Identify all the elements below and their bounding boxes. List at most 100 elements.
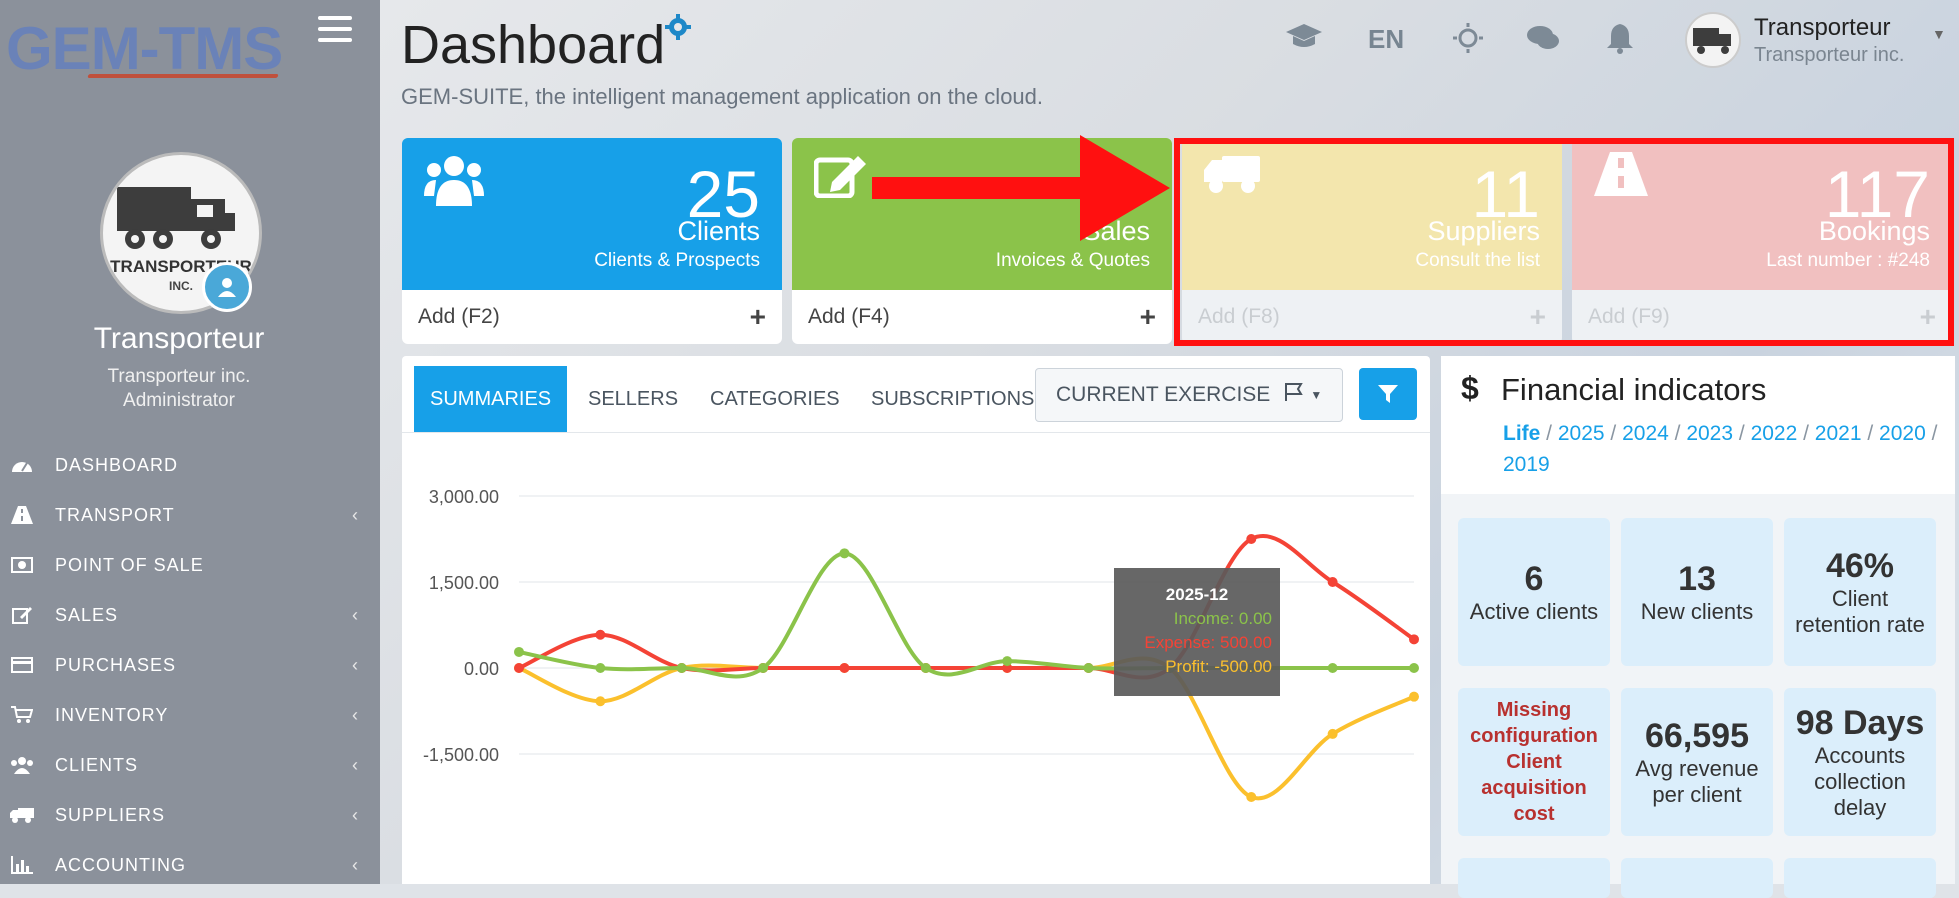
sidebar-item-sales[interactable]: SALES ‹	[0, 590, 380, 640]
dollar-icon: $	[1461, 370, 1479, 406]
chart-panel: SUMMARIES SELLERS CATEGORIES SUBSCRIPTIO…	[402, 356, 1430, 884]
bookings-card-body[interactable]: 117 Bookings Last number : #248	[1572, 138, 1952, 290]
add-sale-button[interactable]: Add (F4) +	[792, 290, 1172, 344]
tab-sellers[interactable]: SELLERS	[572, 366, 694, 432]
road-icon	[1594, 152, 1648, 201]
page-title: Dashboard	[401, 15, 666, 75]
year-filter: Life / 2025 / 2024 / 2023 / 2022 / 2021 …	[1503, 422, 1938, 476]
sidebar-item-inventory[interactable]: INVENTORY ‹	[0, 690, 380, 740]
suppliers-card-body[interactable]: 11 Suppliers Consult the list	[1182, 138, 1562, 290]
suppliers-subtitle: Consult the list	[1415, 250, 1540, 271]
kpi-tile-retention[interactable]: 46% Client retention rate	[1784, 518, 1936, 666]
kpi-value: 98 Days	[1795, 703, 1925, 742]
sidebar-item-purchases[interactable]: PURCHASES ‹	[0, 640, 380, 690]
kpi-tile-avg-revenue[interactable]: 66,595 Avg revenue per client	[1621, 688, 1773, 836]
chevron-left-icon: ‹	[352, 604, 359, 625]
add-supplier-button[interactable]: Add (F8) +	[1182, 290, 1562, 344]
data-point	[1246, 534, 1257, 544]
tab-categories[interactable]: CATEGORIES	[694, 366, 856, 432]
kpi-warning: Missing configuration Client acquisition…	[1470, 699, 1598, 825]
edit-icon	[10, 605, 34, 625]
header-user-name[interactable]: Transporteur	[1754, 14, 1891, 42]
users-icon	[424, 152, 484, 211]
add-booking-button[interactable]: Add (F9) +	[1572, 290, 1952, 344]
y-tick-label: 1,500.00	[429, 573, 499, 593]
kpi-label: New clients	[1640, 598, 1754, 624]
bookings-subtitle: Last number : #248	[1766, 250, 1930, 271]
sidebar-item-label: ACCOUNTING	[55, 854, 186, 875]
clients-card-body[interactable]: 25 Clients Clients & Prospects	[402, 138, 782, 290]
sidebar-item-label: SALES	[55, 604, 119, 625]
sidebar-item-dashboard[interactable]: DASHBOARD	[0, 440, 380, 490]
kpi-tile-partial	[1621, 858, 1773, 898]
exercise-label: CURRENT EXERCISE	[1056, 383, 1271, 406]
gear-icon[interactable]	[665, 14, 691, 45]
user-avatar[interactable]	[1685, 12, 1741, 68]
kpi-value: 46%	[1825, 546, 1895, 585]
tab-subscriptions[interactable]: SUBSCRIPTIONS	[855, 366, 1050, 432]
add-client-label: Add (F2)	[418, 305, 500, 328]
truck-icon	[10, 805, 34, 825]
add-client-button[interactable]: Add (F2) +	[402, 290, 782, 344]
clients-card[interactable]: 25 Clients Clients & Prospects Add (F2) …	[402, 138, 782, 344]
year-link[interactable]: 2023	[1686, 422, 1733, 445]
bell-icon[interactable]	[1606, 22, 1634, 59]
users-icon	[10, 755, 34, 775]
sidebar-item-accounting[interactable]: ACCOUNTING ‹	[0, 840, 380, 890]
sidebar-item-point-of-sale[interactable]: POINT OF SALE	[0, 540, 380, 590]
add-booking-label: Add (F9)	[1588, 305, 1670, 328]
tab-summaries[interactable]: SUMMARIES	[414, 366, 568, 432]
sidebar: GEM-TMS TRANSPORTEUR INC. Transporteur T…	[0, 0, 380, 884]
sidebar-item-label: DASHBOARD	[55, 454, 179, 475]
data-point	[514, 663, 524, 673]
kpi-tile-new-clients[interactable]: 13 New clients	[1621, 518, 1773, 666]
plus-icon: +	[1139, 301, 1156, 332]
suppliers-card[interactable]: 11 Suppliers Consult the list Add (F8) +	[1182, 138, 1562, 344]
menu-toggle-icon[interactable]	[318, 16, 352, 42]
data-point	[1409, 663, 1419, 673]
app-logo[interactable]: GEM-TMS	[6, 14, 283, 83]
year-link[interactable]: 2020	[1879, 422, 1926, 445]
sidebar-item-label: CLIENTS	[55, 754, 139, 775]
year-link[interactable]: Life	[1503, 422, 1540, 445]
data-point	[1327, 728, 1338, 739]
sales-subtitle: Invoices & Quotes	[995, 250, 1150, 271]
tooltip-expense: Expense: 500.00	[1144, 633, 1272, 652]
sidebar-item-clients[interactable]: CLIENTS ‹	[0, 740, 380, 790]
year-link[interactable]: 2021	[1815, 422, 1862, 445]
year-link[interactable]: 2024	[1622, 422, 1669, 445]
user-badge-icon[interactable]	[202, 262, 252, 312]
bookings-card[interactable]: 117 Bookings Last number : #248 Add (F9)…	[1572, 138, 1952, 344]
sidebar-item-label: TRANSPORT	[55, 504, 175, 525]
header-user-company: Transporteur inc.	[1754, 44, 1905, 66]
sidebar-item-transport[interactable]: TRANSPORT ‹	[0, 490, 380, 540]
chevron-left-icon: ‹	[352, 754, 359, 775]
chevron-left-icon: ‹	[352, 654, 359, 675]
sidebar-item-suppliers[interactable]: SUPPLIERS ‹	[0, 790, 380, 840]
filter-button[interactable]	[1359, 368, 1417, 420]
chevron-left-icon: ‹	[352, 854, 359, 875]
year-link[interactable]: 2025	[1558, 422, 1605, 445]
data-point	[1246, 792, 1257, 802]
kpi-tile-acquisition-cost[interactable]: Missing configuration Client acquisition…	[1458, 688, 1610, 836]
kpi-tile-partial	[1458, 858, 1610, 898]
caret-down-icon: ▼	[1310, 388, 1323, 402]
data-point	[595, 629, 606, 640]
kpi-tile-active-clients[interactable]: 6 Active clients	[1458, 518, 1610, 666]
year-link[interactable]: 2022	[1751, 422, 1798, 445]
sun-icon[interactable]	[1452, 22, 1484, 59]
sidebar-item-label: PURCHASES	[55, 654, 177, 675]
chat-icon[interactable]	[1526, 24, 1560, 57]
dashboard-icon	[10, 455, 34, 475]
language-selector[interactable]: EN	[1368, 24, 1404, 55]
kpi-label: Client retention rate	[1795, 585, 1925, 637]
caret-down-icon[interactable]: ▼	[1932, 26, 1946, 42]
exercise-dropdown[interactable]: CURRENT EXERCISE ▼	[1035, 368, 1343, 422]
graduation-cap-icon[interactable]	[1286, 22, 1322, 57]
year-link[interactable]: 2019	[1503, 453, 1550, 476]
kpi-tile-collection-delay[interactable]: 98 Days Accounts collection delay	[1784, 688, 1936, 836]
sidebar-item-label: POINT OF SALE	[55, 554, 204, 575]
plus-icon: +	[1919, 301, 1936, 332]
money-icon	[10, 555, 34, 575]
financial-title: Financial indicators	[1501, 372, 1767, 407]
